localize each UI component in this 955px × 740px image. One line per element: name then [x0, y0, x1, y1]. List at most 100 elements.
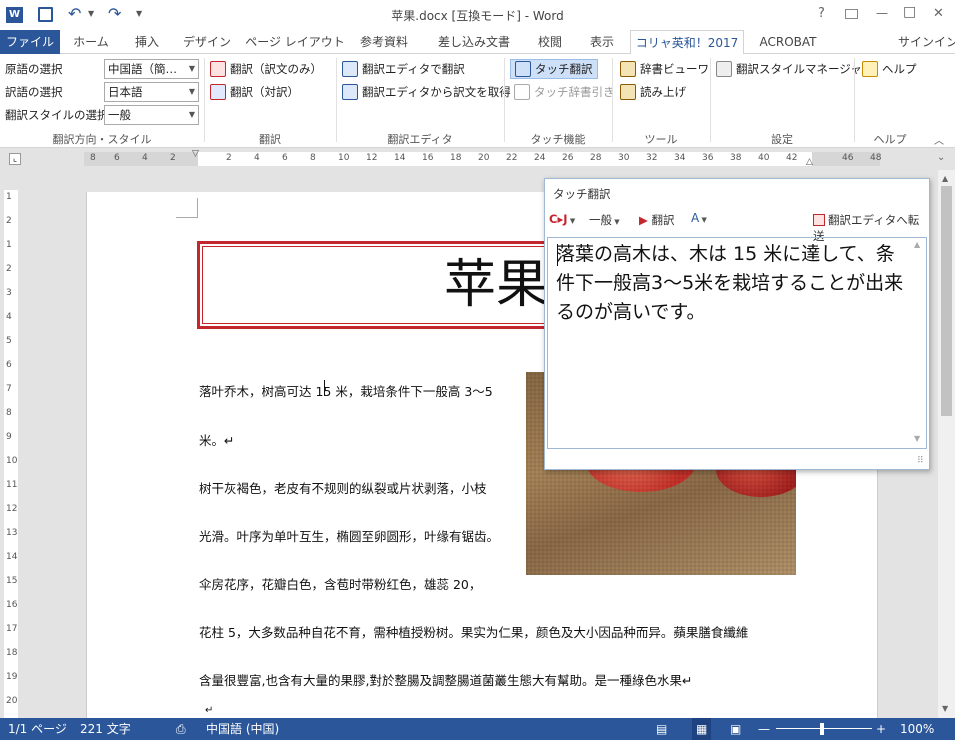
ribbon-tabs: ファイル ホーム 挿入 デザイン ページ レイアウト 参考資料 差し込み文書 校… — [0, 30, 955, 55]
zoom-level[interactable]: 100% — [900, 718, 934, 740]
proofing-icon[interactable]: ⎙ — [176, 718, 186, 740]
dictionary-viewer-button[interactable]: 辞書ビューワ — [620, 59, 709, 79]
editor-icon — [813, 214, 825, 226]
translate-icon — [210, 61, 226, 77]
ruler-tick-label: 48 — [870, 153, 882, 163]
margin-corner-mark — [176, 198, 198, 218]
print-layout-icon[interactable]: ▦ — [692, 718, 712, 740]
tab-references[interactable]: 参考資料 — [352, 30, 416, 54]
tab-acrobat[interactable]: ACROBAT — [752, 30, 824, 54]
touch-translate-button[interactable]: タッチ翻訳 — [510, 59, 598, 79]
vertical-scrollbar[interactable]: ▲ ▼ — [938, 170, 955, 718]
ruler-tick-label: 12 — [366, 153, 378, 163]
divider — [612, 58, 613, 142]
ruler-tick-label: 36 — [702, 153, 714, 163]
ruler-tick-label: 26 — [562, 153, 574, 163]
chevron-down-icon: ▼ — [567, 217, 576, 225]
get-from-editor-label: 翻訳エディタから訳文を取得 — [362, 85, 511, 99]
scroll-up-icon[interactable]: ▲ — [942, 174, 948, 183]
help-ribbon-button[interactable]: ヘルプ — [862, 59, 917, 79]
divider — [710, 58, 711, 142]
get-from-editor-button[interactable]: 翻訳エディタから訳文を取得 — [342, 82, 511, 102]
popup-translate-button[interactable]: ▶ 翻訳 — [639, 212, 675, 228]
style-manager-button[interactable]: 翻訳スタイルマネージャ — [716, 59, 862, 79]
touch-dictionary-button[interactable]: タッチ辞書引き — [514, 82, 615, 102]
page-count[interactable]: 1/1 ページ — [8, 718, 67, 740]
target-language-value: 日本語 — [108, 85, 143, 99]
tab-mailings[interactable]: 差し込み文書 — [428, 30, 520, 54]
popup-language-button[interactable]: C▸J ▼ — [549, 212, 575, 226]
popup-result-area[interactable]: 落葉の高木は、木は 15 米に達して、条件下一般高3～5米を栽培することが出来る… — [547, 237, 927, 449]
maximize-button[interactable]: □ — [903, 4, 916, 20]
ruler-toggle-icon[interactable]: ⌄ — [937, 152, 945, 163]
vertical-ruler[interactable]: 1 2 1 2 3 4 5 6 7 8 9 10 11 12 13 14 15 16 17 18 19 20 — [4, 190, 18, 718]
popup-style-label: 一般 — [589, 213, 612, 227]
popup-style-button[interactable]: 一般 ▼ — [589, 212, 620, 228]
translate-parallel-button[interactable]: 翻訳（対訳） — [210, 82, 299, 102]
ruler-tick-label: 17 — [6, 624, 18, 634]
ribbon-display-button[interactable] — [845, 9, 858, 19]
zoom-slider-thumb[interactable] — [820, 723, 824, 735]
chevron-down-icon: ▼ — [188, 110, 195, 119]
web-layout-icon[interactable]: ▣ — [730, 718, 741, 740]
status-bar: 1/1 ページ 221 文字 ⎙ 中国語 (中国) ▤ ▦ ▣ — + 100% — [0, 718, 955, 740]
read-aloud-button[interactable]: 読み上げ — [620, 82, 686, 102]
tab-file[interactable]: ファイル — [0, 30, 60, 54]
body-line: 树干灰褐色，老皮有不规则的纵裂或片状剥落，小枝 — [199, 481, 487, 496]
popup-scroll-up-icon[interactable]: ▲ — [914, 240, 920, 249]
popup-resize-grip-icon[interactable]: ⠿ — [917, 456, 924, 466]
scroll-thumb[interactable] — [941, 186, 952, 416]
popup-result-text: 落葉の高木は、木は 15 米に達して、条件下一般高3～5米を栽培することが出来る… — [556, 243, 904, 323]
tab-korya-eiwa[interactable]: コリャ英和！2017 — [630, 30, 744, 55]
right-indent-marker-icon[interactable]: △ — [806, 157, 813, 167]
touch-translate-panel[interactable]: タッチ翻訳 C▸J ▼ 一般 ▼ ▶ 翻訳 A ▼ 翻訳エディタへ転送 落葉の高… — [544, 178, 930, 470]
tab-review[interactable]: 校閲 — [530, 30, 570, 54]
minimize-button[interactable]: — — [876, 6, 888, 20]
document-title: 苹果 — [444, 255, 549, 315]
language-indicator[interactable]: 中国語 (中国) — [206, 718, 279, 740]
collapse-ribbon-icon[interactable]: ︿ — [934, 132, 944, 147]
popup-translate-label: 翻訳 — [651, 213, 675, 227]
ruler-tick-label: 10 — [6, 456, 18, 466]
body-line: 花柱 5，大多数品种自花不育，需种植授粉树。果实为仁果，颜色及大小因品种而异。蘋… — [199, 625, 749, 640]
translate-in-editor-button[interactable]: 翻訳エディタで翻訳 — [342, 59, 465, 79]
tab-page-layout[interactable]: ページ レイアウト — [244, 30, 346, 54]
tab-design[interactable]: デザイン — [176, 30, 238, 54]
group-label-editor: 翻訳エディタ — [387, 133, 453, 146]
chevron-down-icon: ▼ — [188, 64, 195, 73]
target-language-select[interactable]: 日本語 ▼ — [104, 82, 199, 102]
tab-home[interactable]: ホーム — [62, 30, 120, 54]
popup-scroll-down-icon[interactable]: ▼ — [914, 434, 920, 443]
tab-insert[interactable]: 挿入 — [122, 30, 172, 54]
body-line: 米。↵ — [199, 433, 235, 448]
zoom-out-icon[interactable]: — — [758, 718, 770, 740]
editor-get-icon — [342, 84, 358, 100]
indent-marker-icon[interactable]: ▽ — [192, 149, 199, 159]
popup-font-button[interactable]: A ▼ — [691, 211, 707, 225]
help-button[interactable]: ? — [818, 6, 825, 21]
translate-only-button[interactable]: 翻訳（訳文のみ） — [210, 59, 322, 79]
signin-link[interactable]: サインイン — [898, 30, 955, 54]
ruler-tick-label: 2 — [170, 153, 176, 163]
tab-selector-icon[interactable]: ⌞ — [9, 153, 21, 165]
ruler-tick-label: 32 — [646, 153, 658, 163]
close-button[interactable]: ✕ — [933, 6, 944, 21]
dictionary-icon — [620, 61, 636, 77]
ruler-tick-label: 2 — [226, 153, 232, 163]
horizontal-ruler[interactable]: 8 6 4 2 2 4 6 8 10 12 14 16 18 20 22 24 26 28 30 32 34 36 38 40… — [84, 149, 882, 167]
translate-in-editor-label: 翻訳エディタで翻訳 — [362, 62, 465, 76]
touch-dictionary-icon — [514, 84, 530, 100]
source-language-select[interactable]: 中国語（簡… ▼ — [104, 59, 199, 79]
ruler-tick-label: 22 — [506, 153, 518, 163]
target-language-label: 訳語の選択 — [5, 85, 63, 99]
ruler-tick-label: 4 — [142, 153, 148, 163]
zoom-in-icon[interactable]: + — [876, 718, 886, 740]
scroll-down-icon[interactable]: ▼ — [942, 704, 948, 713]
read-mode-icon[interactable]: ▤ — [656, 718, 667, 740]
ruler-tick-label: 1 — [6, 240, 12, 250]
translation-style-select[interactable]: 一般 ▼ — [104, 105, 199, 125]
tab-view[interactable]: 表示 — [582, 30, 622, 54]
ruler-tick-label: 6 — [114, 153, 120, 163]
word-count[interactable]: 221 文字 — [80, 718, 131, 740]
zoom-slider[interactable] — [776, 728, 872, 729]
